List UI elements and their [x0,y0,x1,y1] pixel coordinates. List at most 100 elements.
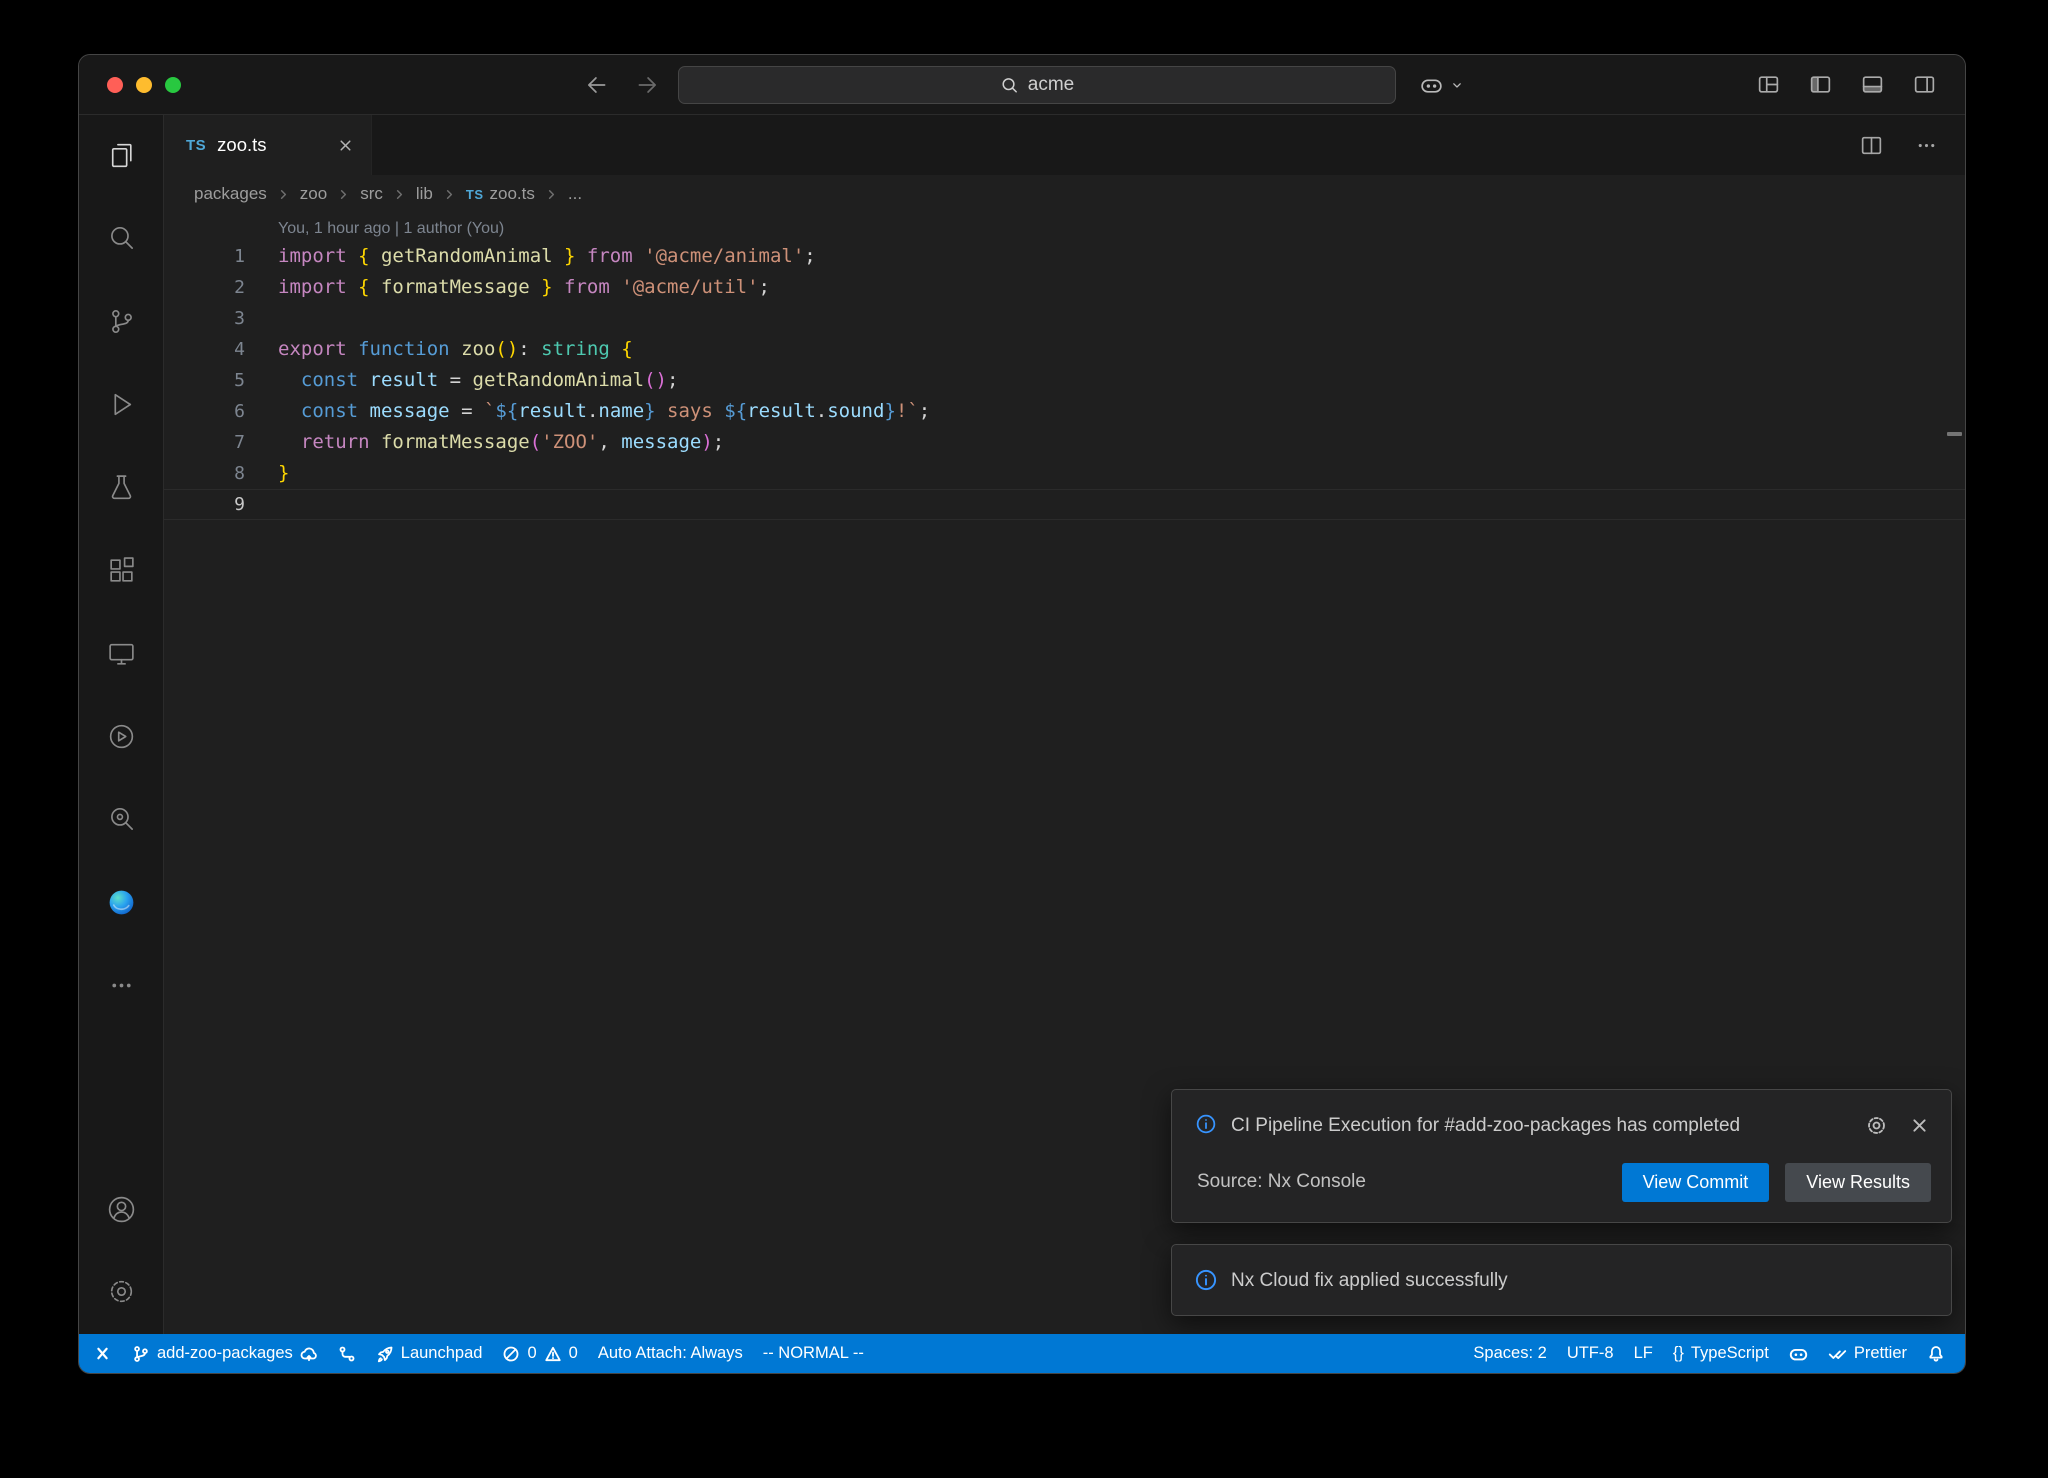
activity-nx-console-button[interactable] [90,705,152,767]
breadcrumb-item[interactable]: packages [194,184,267,204]
search-query-text: acme [1028,74,1074,96]
back-button[interactable] [584,72,610,98]
tab-zoo-ts[interactable]: TS zoo.ts [164,115,372,175]
code-line[interactable]: 1 import { getRandomAnimal } from '@acme/… [164,241,1965,272]
activity-source-control-button[interactable] [90,290,152,352]
activity-bar [79,115,164,1334]
chevron-down-icon [1449,77,1465,93]
status-indentation-button[interactable]: Spaces: 2 [1463,1334,1556,1373]
accounts-button[interactable] [90,1178,152,1240]
breadcrumb-item[interactable]: lib [416,184,433,204]
notification-source: Source: Nx Console [1197,1171,1366,1193]
code-text: import { getRandomAnimal } from '@acme/a… [278,241,816,272]
activity-edge-browser-button[interactable] [90,871,152,933]
typescript-file-icon: TS [466,187,484,202]
launchpad-label: Launchpad [401,1344,483,1363]
double-check-icon [1828,1344,1847,1363]
files-icon [106,140,137,171]
line-number: 1 [164,241,245,272]
zoom-window-button[interactable] [165,77,181,93]
code-text: const result = getRandomAnimal(); [278,365,678,396]
notification-settings-button[interactable] [1865,1114,1888,1137]
notification-close-button[interactable] [1908,1114,1931,1137]
run-debug-icon [106,389,137,420]
status-language-button[interactable]: {} TypeScript [1663,1334,1779,1373]
toggle-primary-sidebar-button[interactable] [1808,72,1833,97]
activity-extensions-button[interactable] [90,539,152,601]
code-line[interactable]: 3 [164,303,1965,334]
toggle-secondary-sidebar-button[interactable] [1912,72,1937,97]
warning-count: 0 [569,1344,578,1363]
breadcrumb-item-symbol[interactable]: ... [568,184,582,204]
braces-icon: {} [1673,1344,1684,1363]
activity-testing-button[interactable] [90,456,152,518]
extensions-icon [106,555,137,586]
play-circle-icon [106,721,137,752]
activity-explorer-button[interactable] [90,124,152,186]
status-formatter-button[interactable]: Prettier [1818,1334,1917,1373]
editor-more-actions-button[interactable] [1914,133,1939,158]
remote-explorer-icon [106,638,137,669]
copilot-icon [1419,72,1444,97]
close-window-button[interactable] [107,77,123,93]
error-count: 0 [527,1344,536,1363]
activity-remote-explorer-button[interactable] [90,622,152,684]
code-line[interactable]: 8} [164,458,1965,489]
status-eol-button[interactable]: LF [1624,1334,1663,1373]
status-branch-button[interactable]: add-zoo-packages [122,1334,328,1373]
tab-bar: TS zoo.ts [164,115,1965,175]
source-control-icon [106,306,137,337]
code-line[interactable]: 5 const result = getRandomAnimal(); [164,365,1965,396]
chevron-right-icon [336,187,351,202]
status-remote-button[interactable] [83,1334,122,1373]
code-lines: 1 import { getRandomAnimal } from '@acme/… [164,241,1965,520]
line-number: 4 [164,334,245,365]
status-encoding-button[interactable]: UTF-8 [1557,1334,1624,1373]
breadcrumb-item[interactable]: src [360,184,383,204]
split-editor-button[interactable] [1859,133,1884,158]
line-number: 2 [164,272,245,303]
toggle-panel-button[interactable] [1860,72,1885,97]
line-number: 5 [164,365,245,396]
breadcrumb-item[interactable]: zoo [300,184,327,204]
errors-icon [502,1345,520,1363]
status-vim-mode[interactable]: -- NORMAL -- [753,1334,874,1373]
notification-center: CI Pipeline Execution for #add-zoo-packa… [1171,1089,1952,1316]
activity-run-debug-button[interactable] [90,373,152,435]
window-controls [79,77,181,93]
code-line[interactable]: 2import { formatMessage } from '@acme/ut… [164,272,1965,303]
copilot-menu-button[interactable] [1419,72,1465,97]
line-number: 8 [164,458,245,489]
close-tab-button[interactable] [336,136,355,155]
minimize-window-button[interactable] [136,77,152,93]
info-icon [1194,1111,1218,1135]
code-text: export function zoo(): string { [278,334,633,365]
status-commit-graph-button[interactable] [328,1334,366,1373]
code-text: const message = `${result.name} says ${r… [278,396,930,427]
ellipsis-icon [106,970,137,1001]
activity-search-button[interactable] [90,207,152,269]
customize-layout-button[interactable] [1756,72,1781,97]
info-icon [1194,1268,1218,1292]
settings-gear-icon [106,1276,137,1307]
code-line[interactable]: 7 return formatMessage('ZOO', message); [164,427,1965,458]
forward-button[interactable] [634,72,660,98]
code-line[interactable]: 4 export function zoo(): string { [164,334,1965,365]
commit-graph-icon [338,1345,356,1363]
activity-code-search-button[interactable] [90,788,152,850]
code-line[interactable]: 6 const message = `${result.name} says $… [164,396,1965,427]
command-center-search[interactable]: acme [678,66,1396,104]
status-notifications-button[interactable] [1917,1334,1955,1373]
panel-left-icon [1808,72,1833,97]
activity-more-views-button[interactable] [90,954,152,1016]
bell-icon [1927,1345,1945,1363]
status-auto-attach-button[interactable]: Auto Attach: Always [588,1334,753,1373]
settings-button[interactable] [90,1260,152,1322]
code-line[interactable]: 9 [164,489,1965,520]
status-launchpad-button[interactable]: Launchpad [366,1334,493,1373]
view-commit-button[interactable]: View Commit [1622,1163,1770,1202]
status-problems-button[interactable]: 0 0 [492,1334,587,1373]
status-copilot-button[interactable] [1779,1334,1818,1373]
view-results-button[interactable]: View Results [1785,1163,1931,1202]
breadcrumb-item-file[interactable]: TS zoo.ts [466,184,535,204]
